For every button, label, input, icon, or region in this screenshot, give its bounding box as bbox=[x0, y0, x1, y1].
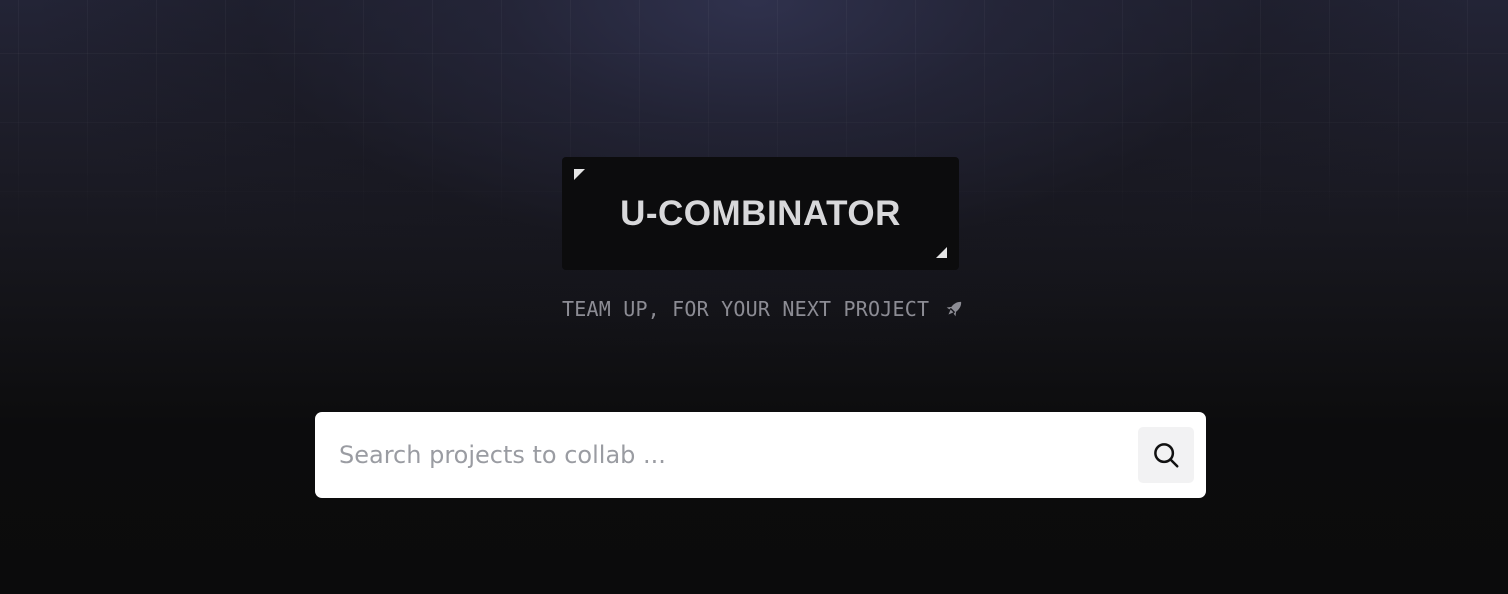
search-input[interactable] bbox=[339, 412, 1129, 498]
search-bar bbox=[315, 412, 1206, 498]
logo: U-COMBINATOR bbox=[562, 157, 959, 270]
corner-mark-top-left bbox=[574, 169, 585, 180]
rocket-icon bbox=[943, 298, 965, 320]
search-icon bbox=[1151, 440, 1181, 470]
tagline-text: TEAM UP, FOR YOUR NEXT PROJECT bbox=[562, 297, 930, 321]
tagline: TEAM UP, FOR YOUR NEXT PROJECT bbox=[562, 296, 962, 322]
logo-text: U-COMBINATOR bbox=[620, 193, 901, 233]
corner-mark-bottom-right bbox=[936, 247, 947, 258]
search-button[interactable] bbox=[1138, 427, 1194, 483]
